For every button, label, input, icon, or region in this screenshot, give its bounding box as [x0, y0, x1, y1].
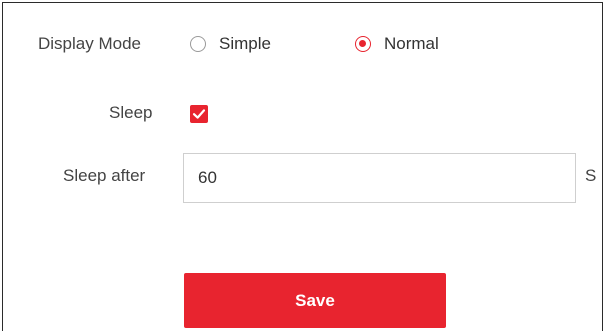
sleep-after-label: Sleep after [63, 166, 146, 185]
sleep-after-unit: S [585, 166, 597, 185]
save-button[interactable]: Save [184, 273, 446, 328]
display-mode-label: Display Mode [38, 34, 141, 53]
settings-panel: Display Mode Simple Normal Sleep Sleep a… [2, 2, 603, 331]
simple-radio-label: Simple [219, 34, 271, 53]
check-icon [192, 109, 206, 119]
normal-radio[interactable] [355, 36, 371, 52]
display-mode-normal-option[interactable]: Normal [355, 34, 439, 54]
normal-radio-label: Normal [384, 34, 439, 53]
sleep-checkbox[interactable] [190, 105, 208, 123]
sleep-label: Sleep [109, 103, 153, 122]
sleep-after-input[interactable] [183, 153, 576, 203]
display-mode-simple-option[interactable]: Simple [190, 34, 271, 54]
simple-radio[interactable] [190, 36, 206, 52]
